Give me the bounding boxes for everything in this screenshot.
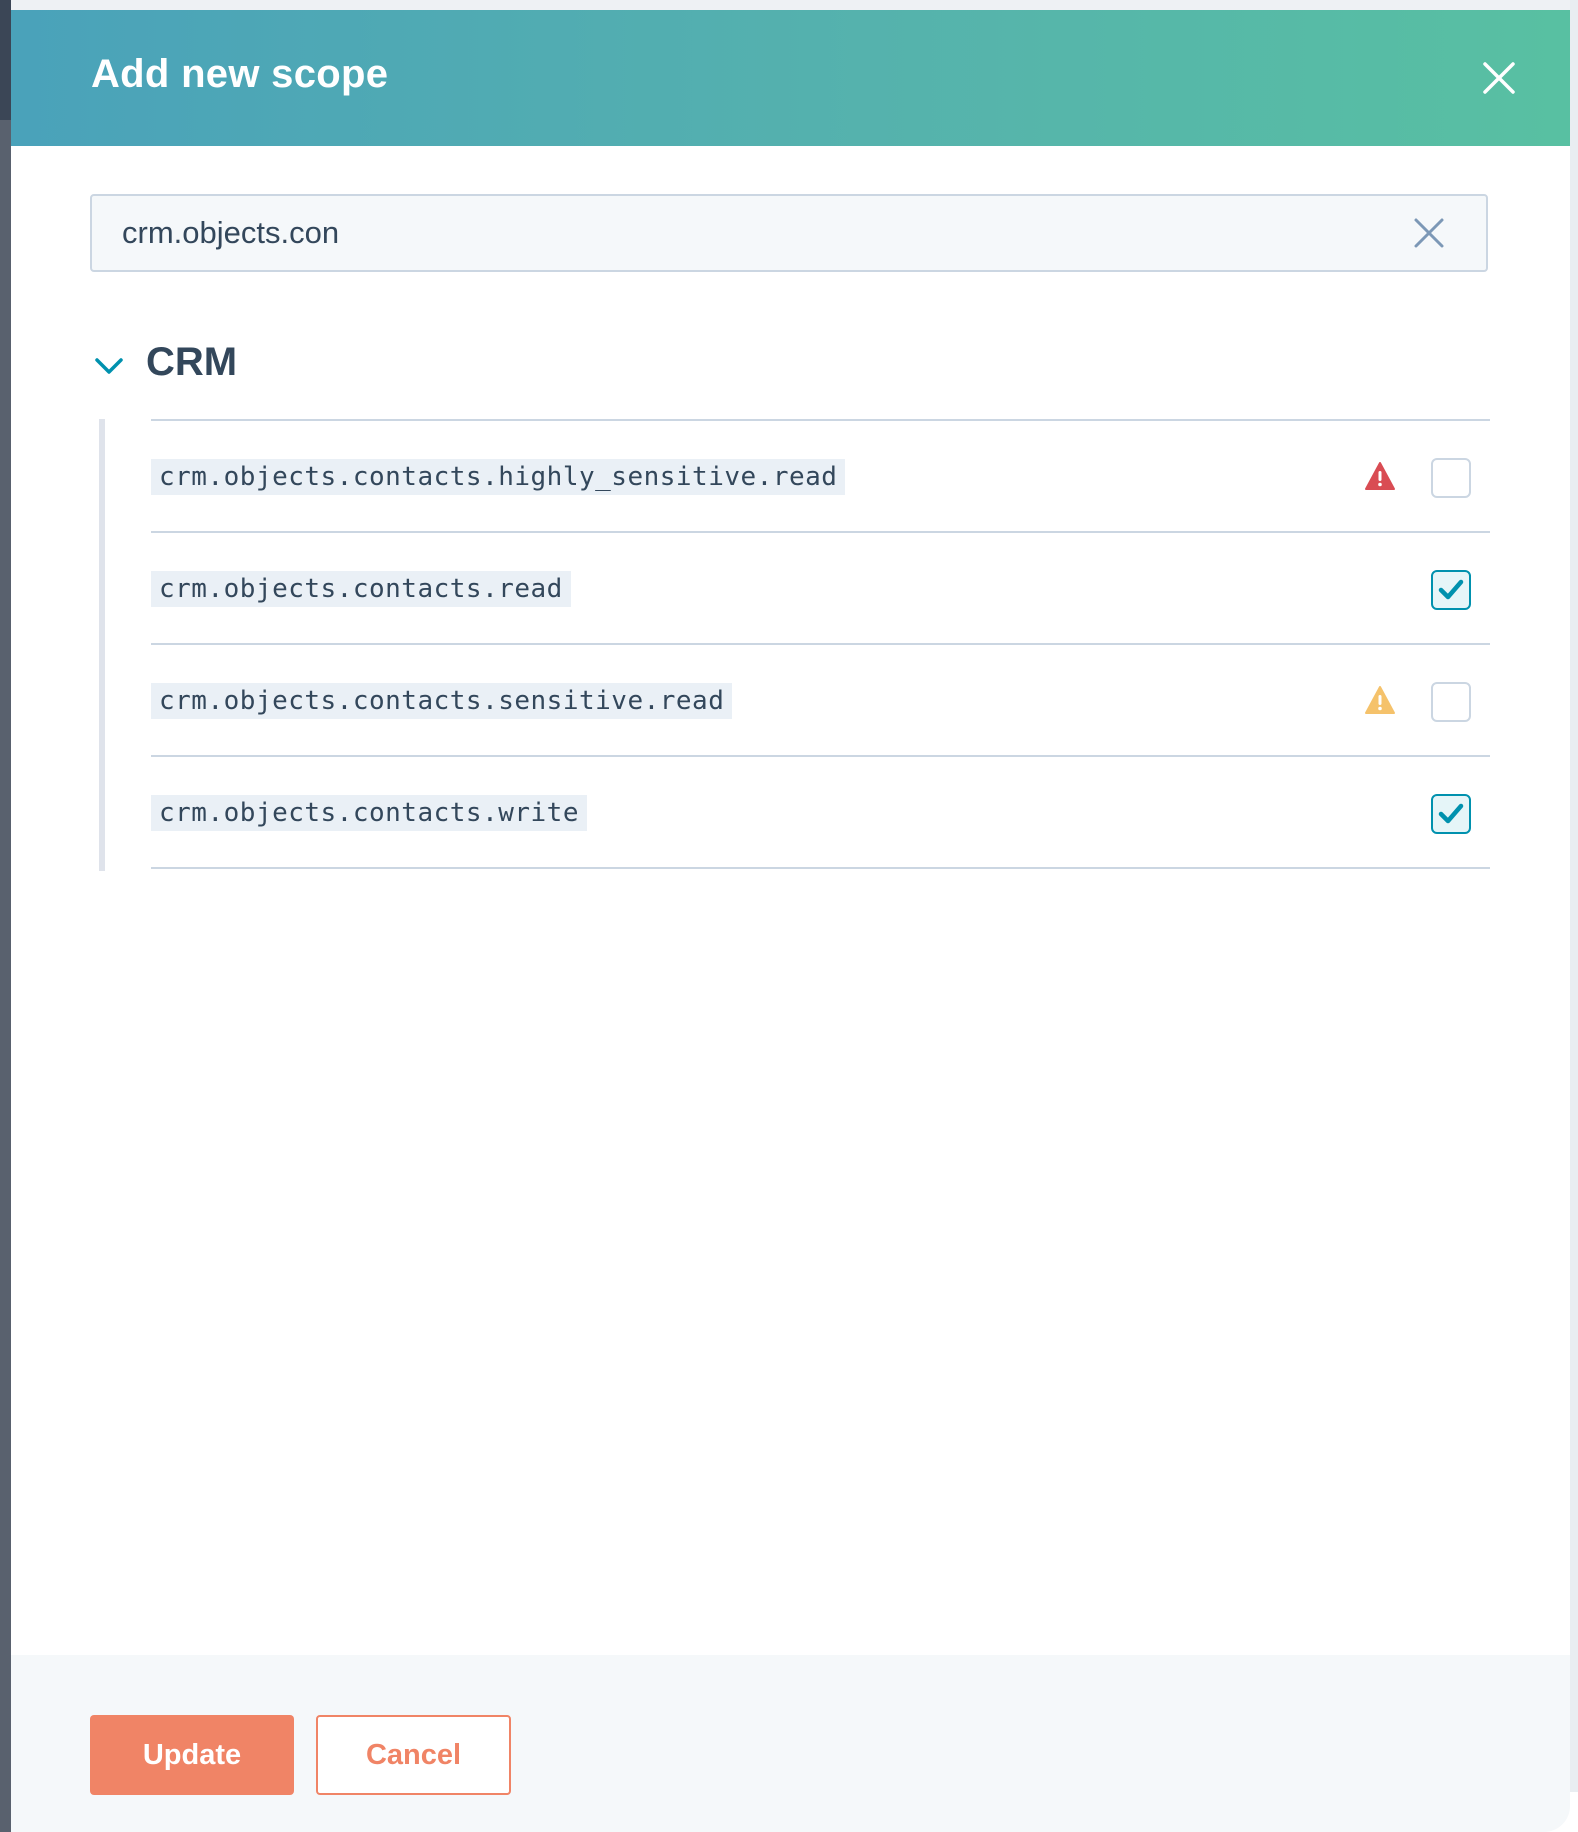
scope-row: crm.objects.contacts.read: [151, 531, 1490, 643]
group-rail: [99, 419, 105, 871]
scope-row: crm.objects.contacts.sensitive.read: [151, 643, 1490, 755]
checkmark-icon: [1438, 579, 1464, 600]
scope-name: crm.objects.contacts.read: [151, 571, 571, 607]
cancel-button[interactable]: Cancel: [316, 1715, 511, 1795]
add-scope-dialog: Add new scope CRM crm.objects.contacts.h…: [11, 10, 1570, 1832]
scope-search-input[interactable]: [122, 196, 1402, 270]
checkmark-icon: [1438, 803, 1464, 824]
close-icon[interactable]: [1479, 58, 1519, 98]
warning-triangle-icon: [1364, 685, 1396, 715]
scope-checkbox[interactable]: [1431, 794, 1471, 834]
background-edge: [1570, 0, 1578, 1832]
chevron-down-icon[interactable]: [83, 340, 135, 392]
dialog-header: Add new scope: [11, 10, 1570, 146]
scope-checkbox[interactable]: [1431, 570, 1471, 610]
background-page: [0, 0, 11, 1832]
scope-row: crm.objects.contacts.write: [151, 755, 1490, 869]
scope-checkbox[interactable]: [1431, 458, 1471, 498]
warning-triangle-icon: [1364, 461, 1396, 491]
scope-checkbox[interactable]: [1431, 682, 1471, 722]
scope-name: crm.objects.contacts.highly_sensitive.re…: [151, 459, 846, 495]
scope-row: crm.objects.contacts.highly_sensitive.re…: [151, 419, 1490, 531]
scope-list: crm.objects.contacts.highly_sensitive.re…: [151, 419, 1490, 869]
dialog-footer: Update Cancel: [11, 1655, 1570, 1832]
scope-search: [90, 194, 1488, 272]
group-title-crm: CRM: [146, 340, 238, 384]
scope-name: crm.objects.contacts.write: [151, 795, 587, 831]
update-button[interactable]: Update: [90, 1715, 294, 1795]
clear-icon[interactable]: [1412, 216, 1446, 250]
window-top-strip: [0, 0, 1578, 10]
dialog-title: Add new scope: [91, 52, 389, 96]
scope-name: crm.objects.contacts.sensitive.read: [151, 683, 733, 719]
